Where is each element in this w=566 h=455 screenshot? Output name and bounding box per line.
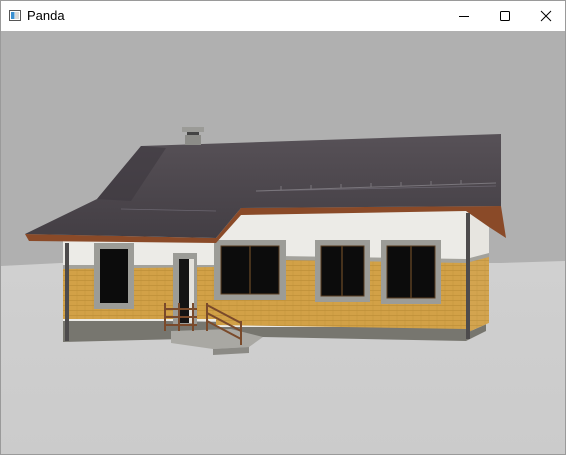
app-icon xyxy=(9,10,21,21)
close-icon xyxy=(540,10,552,22)
downpipe-right xyxy=(466,213,470,339)
window-left-glass xyxy=(100,249,128,303)
app-window: Panda xyxy=(0,0,566,455)
maximize-icon xyxy=(500,11,510,21)
house-scene xyxy=(1,31,565,454)
minimize-icon xyxy=(459,16,469,17)
render-viewport[interactable] xyxy=(1,31,565,454)
title-bar[interactable]: Panda xyxy=(1,1,565,31)
close-button[interactable] xyxy=(523,1,566,31)
door xyxy=(179,259,189,323)
window-title: Panda xyxy=(27,8,65,23)
minimize-button[interactable] xyxy=(441,1,487,31)
maximize-button[interactable] xyxy=(482,1,528,31)
downpipe-left xyxy=(65,243,69,341)
chimney-vent xyxy=(185,135,201,145)
